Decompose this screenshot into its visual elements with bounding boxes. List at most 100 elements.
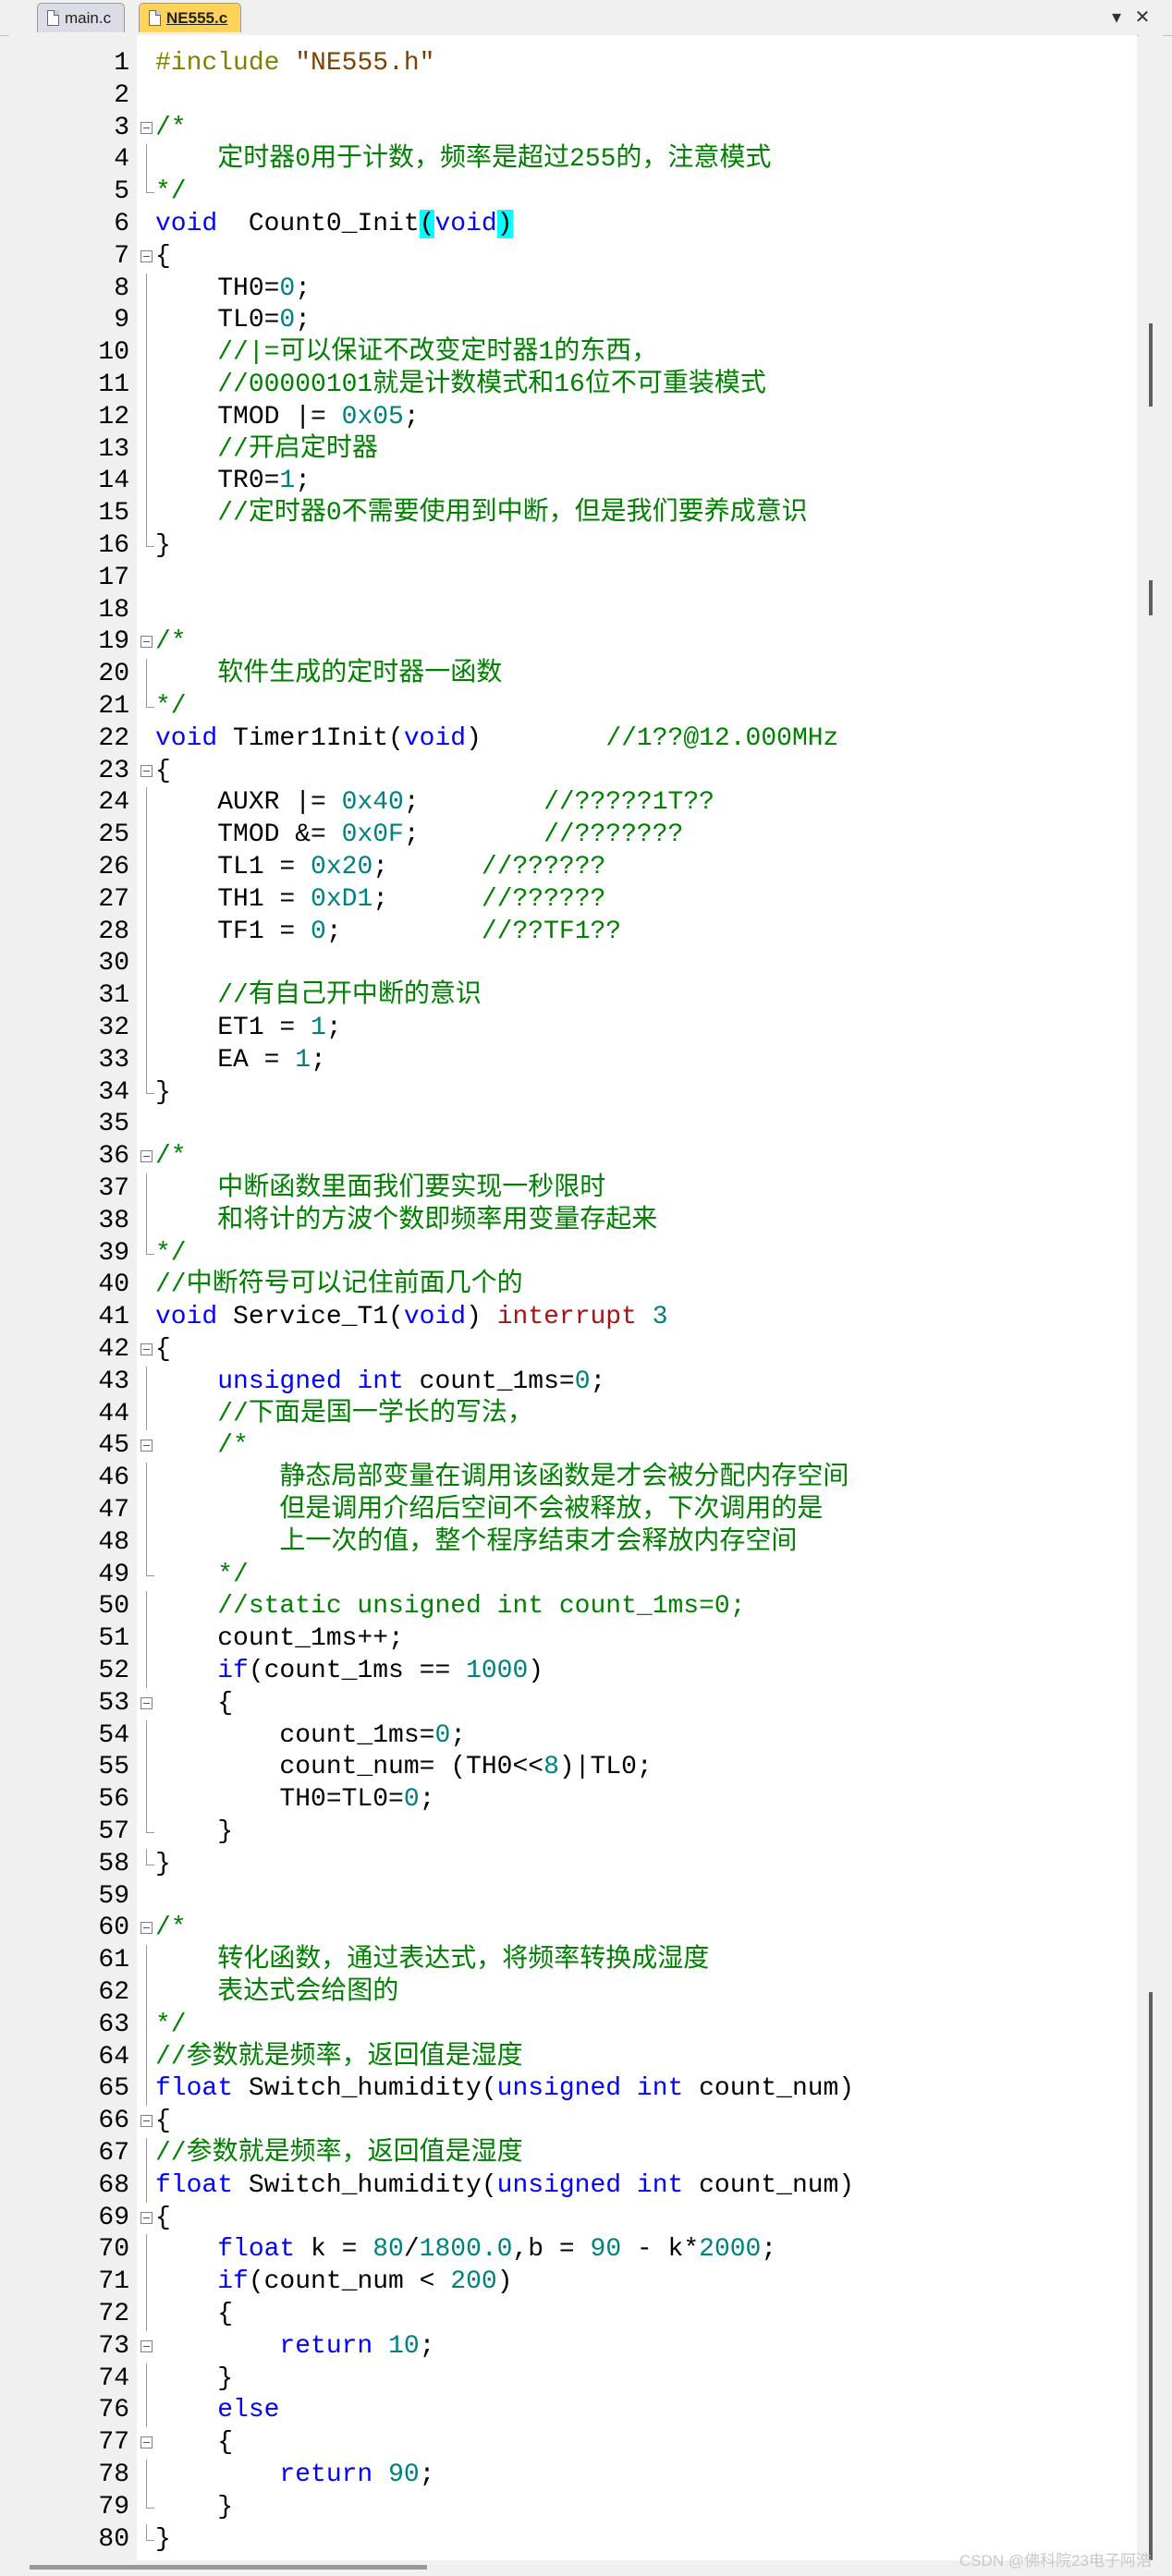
code-line[interactable]: 25 TMOD &= 0x0F; //???????: [9, 820, 1137, 852]
code-line[interactable]: 61 转化函数，通过表达式，将频率转换成湿度: [9, 1945, 1137, 1977]
code-line[interactable]: 32 ET1 = 1;: [9, 1013, 1137, 1045]
code-line[interactable]: 60 /*: [9, 1913, 1137, 1945]
fold-collapse-icon[interactable]: [137, 113, 155, 145]
code-line[interactable]: 66 {: [9, 2106, 1137, 2138]
horizontal-scroll-thumb[interactable]: [30, 2565, 427, 2570]
code-line[interactable]: 11 //00000101就是计数模式和16位不可重装模式: [9, 370, 1137, 402]
code-line[interactable]: 14 TR0=1;: [9, 466, 1137, 499]
code-line[interactable]: 70 float k = 80/1800.0,b = 90 - k*2000;: [9, 2234, 1137, 2267]
code-line[interactable]: 6 void Count0_Init(void): [9, 209, 1137, 241]
code-line[interactable]: 63 */: [9, 2009, 1137, 2042]
vertical-scrollbar[interactable]: [1139, 35, 1163, 2560]
code-line[interactable]: 41 void Service_T1(void) interrupt 3: [9, 1302, 1137, 1334]
code-line[interactable]: 24 AUXR |= 0x40; //?????1T??: [9, 787, 1137, 820]
code-line[interactable]: 33 EA = 1;: [9, 1044, 1137, 1077]
code-line[interactable]: 19 /*: [9, 626, 1137, 659]
code-line[interactable]: 34}: [9, 1076, 1137, 1110]
code-line[interactable]: 47 但是调用介绍后空间不会被释放，下次调用的是: [9, 1495, 1137, 1527]
code-line[interactable]: 53 {: [9, 1688, 1137, 1720]
minus-box-icon[interactable]: [140, 2436, 153, 2449]
code-line[interactable]: 13 //开启定时器: [9, 433, 1137, 467]
code-line[interactable]: 7{: [9, 241, 1137, 273]
code-line[interactable]: 52 if(count_1ms == 1000): [9, 1656, 1137, 1688]
code-line[interactable]: 20 软件生成的定时器一函数: [9, 659, 1137, 691]
code-line[interactable]: 5 */: [9, 176, 1137, 209]
fold-collapse-icon[interactable]: [137, 2331, 155, 2363]
fold-collapse-icon[interactable]: [137, 2106, 155, 2138]
code-line[interactable]: 10 //|=可以保证不改变定时器1的东西，: [9, 337, 1137, 370]
code-line[interactable]: 9 TL0=0;: [9, 305, 1137, 338]
minus-box-icon[interactable]: [140, 636, 153, 649]
minus-box-icon[interactable]: [140, 1922, 153, 1935]
code-line[interactable]: 16}: [9, 530, 1137, 563]
code-line[interactable]: 1 #include "NE555.h": [9, 48, 1137, 80]
tab-ne555-c[interactable]: NE555.c: [139, 3, 242, 32]
code-line[interactable]: 4 定时器0用于计数，频率是超过255的，注意模式: [9, 144, 1137, 177]
minus-box-icon[interactable]: [140, 1343, 153, 1355]
code-line[interactable]: 55 count_num= (TH0<<8)|TL0;: [9, 1752, 1137, 1785]
code-line[interactable]: 21 */: [9, 691, 1137, 723]
minus-box-icon[interactable]: [140, 249, 153, 262]
close-tab-icon[interactable]: ✕: [1131, 4, 1154, 31]
minus-box-icon[interactable]: [140, 764, 153, 777]
code-line[interactable]: 65 float Switch_humidity(unsigned int cou…: [9, 2073, 1137, 2107]
code-line[interactable]: 36 /*: [9, 1141, 1137, 1173]
code-line[interactable]: 27 TH1 = 0xD1; //??????: [9, 883, 1137, 917]
code-line[interactable]: 31 //有自己开中断的意识: [9, 980, 1137, 1013]
fold-collapse-icon[interactable]: [137, 1913, 155, 1945]
minus-box-icon[interactable]: [140, 1150, 153, 1163]
code-line[interactable]: 18: [9, 595, 1137, 627]
code-line[interactable]: 45 /*: [9, 1430, 1137, 1463]
code-line[interactable]: 79 }: [9, 2491, 1137, 2524]
code-line[interactable]: 58}: [9, 1848, 1137, 1881]
code-line[interactable]: 43 unsigned int count_1ms=0;: [9, 1366, 1137, 1399]
code-line[interactable]: 12 TMOD |= 0x05;: [9, 401, 1137, 434]
code-line[interactable]: 40 //中断符号可以记住前面几个的: [9, 1270, 1137, 1302]
minus-box-icon[interactable]: [140, 1696, 153, 1709]
code-line[interactable]: 35: [9, 1109, 1137, 1141]
code-line[interactable]: 23 {: [9, 756, 1137, 788]
code-line[interactable]: 71 if(count_num < 200): [9, 2266, 1137, 2299]
tab-list-dropdown-icon[interactable]: ▾: [1105, 4, 1128, 31]
code-line[interactable]: 26 TL1 = 0x20; //??????: [9, 852, 1137, 884]
code-line[interactable]: 76 else: [9, 2395, 1137, 2428]
code-line[interactable]: 3 /*: [9, 113, 1137, 145]
fold-collapse-icon[interactable]: [137, 756, 155, 788]
fold-collapse-icon[interactable]: [137, 241, 155, 273]
code-line[interactable]: 74 }: [9, 2363, 1137, 2396]
code-line[interactable]: 17: [9, 563, 1137, 595]
code-line[interactable]: 78 return 90;: [9, 2460, 1137, 2492]
code-line[interactable]: 44 //下面是国一学长的写法，: [9, 1398, 1137, 1431]
code-line[interactable]: 73 return 10;: [9, 2331, 1137, 2363]
code-line[interactable]: 59: [9, 1881, 1137, 1914]
fold-collapse-icon[interactable]: [137, 1688, 155, 1720]
code-line[interactable]: 67 //参数就是频率，返回值是湿度: [9, 2138, 1137, 2170]
code-line[interactable]: 72 {: [9, 2299, 1137, 2331]
code-line[interactable]: 62 表达式会给图的: [9, 1977, 1137, 2010]
code-line[interactable]: 54 count_1ms=0;: [9, 1719, 1137, 1753]
fold-collapse-icon[interactable]: [137, 1141, 155, 1173]
fold-collapse-icon[interactable]: [137, 1430, 155, 1463]
code-line[interactable]: 51 count_1ms++;: [9, 1623, 1137, 1656]
code-line[interactable]: 68 float Switch_humidity(unsigned int cou…: [9, 2169, 1137, 2203]
code-line[interactable]: 37 中断函数里面我们要实现一秒限时: [9, 1173, 1137, 1206]
code-line[interactable]: 28 TF1 = 0; //??TF1??: [9, 916, 1137, 949]
code-editor[interactable]: 1 #include "NE555.h" 2 3/* 4 定时器0用于计数，频率是超过2…: [9, 35, 1137, 2560]
fold-collapse-icon[interactable]: [137, 2203, 155, 2235]
code-line[interactable]: 77 {: [9, 2427, 1137, 2460]
code-line[interactable]: 15 //定时器0不需要使用到中断，但是我们要养成意识: [9, 498, 1137, 530]
code-line[interactable]: 50 //static unsigned int count_1ms=0;: [9, 1591, 1137, 1624]
code-line[interactable]: 39 */: [9, 1237, 1137, 1270]
code-line[interactable]: 69 {: [9, 2203, 1137, 2235]
minus-box-icon[interactable]: [140, 121, 153, 134]
code-line[interactable]: 30: [9, 948, 1137, 981]
minus-box-icon[interactable]: [140, 2211, 153, 2224]
code-line[interactable]: 42 {: [9, 1334, 1137, 1367]
minus-box-icon[interactable]: [140, 2115, 153, 2128]
code-line[interactable]: 56 TH0=TL0=0;: [9, 1784, 1137, 1817]
code-line[interactable]: 38 和将计的方波个数即频率用变量存起来: [9, 1205, 1137, 1238]
code-line[interactable]: 64 //参数就是频率，返回值是湿度: [9, 2041, 1137, 2074]
minus-box-icon[interactable]: [140, 2339, 153, 2352]
code-line[interactable]: 46 静态局部变量在调用该函数是才会被分配内存空间: [9, 1463, 1137, 1495]
code-line[interactable]: 8 TH0=0;: [9, 273, 1137, 306]
